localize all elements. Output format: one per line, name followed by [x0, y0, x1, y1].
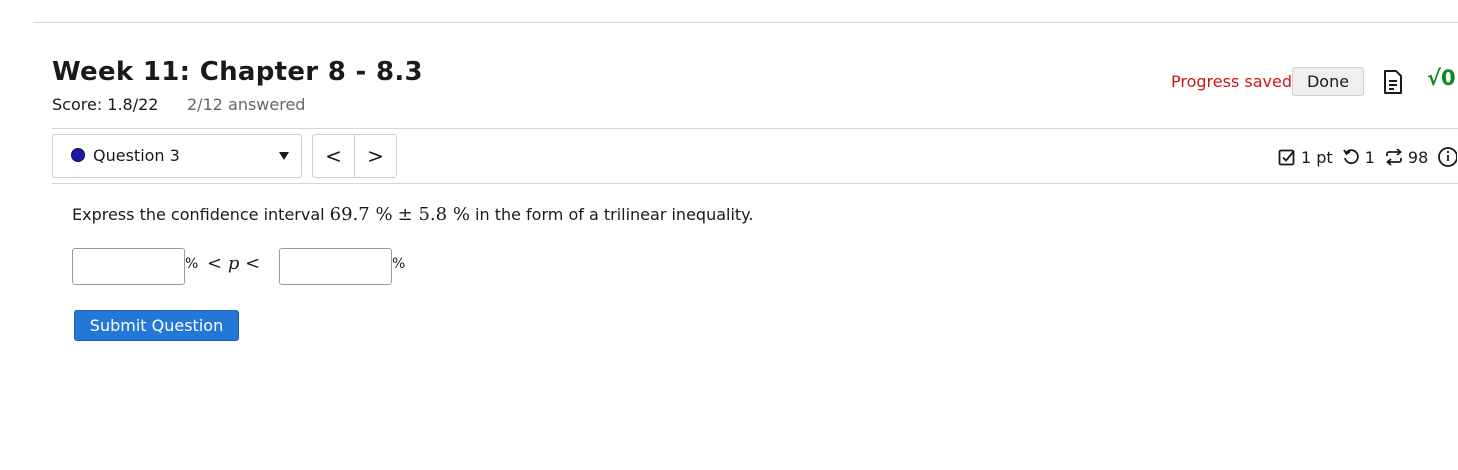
variable-p: p — [227, 253, 240, 274]
question-divider — [52, 183, 1458, 184]
lower-bound-input[interactable] — [72, 248, 185, 285]
less-than-left: < — [207, 253, 223, 274]
retry-icon — [1342, 149, 1359, 165]
points-value: 1 pt — [1301, 147, 1333, 167]
lower-percent-label: % — [185, 256, 199, 272]
answered-count: 2/12 answered — [187, 95, 306, 114]
score-text: Score: 1.8/22 — [52, 95, 159, 114]
header-divider — [52, 128, 1458, 129]
math-help-icon[interactable]: √0 — [1427, 66, 1456, 90]
info-icon[interactable] — [1437, 146, 1458, 168]
page-title: Week 11: Chapter 8 - 8.3 — [52, 57, 423, 87]
progress-status: Progress saved — [1171, 72, 1292, 91]
submit-question-button[interactable]: Submit Question — [74, 310, 239, 341]
checkbox-icon — [1278, 149, 1295, 166]
caret-down-icon — [279, 152, 289, 160]
less-than-right: < — [245, 253, 261, 274]
upper-bound-input[interactable] — [279, 248, 392, 285]
prompt-text-before: Express the confidence interval — [72, 205, 325, 224]
attempts-value: 98 — [1407, 147, 1429, 167]
question-meta: 1 pt 1 98 — [1278, 146, 1458, 168]
next-question-button[interactable]: > — [354, 135, 396, 177]
retries-value: 1 — [1364, 147, 1375, 167]
question-nav-group: < > — [312, 134, 397, 178]
previous-question-button[interactable]: < — [313, 135, 354, 177]
upper-percent-label: % — [392, 256, 406, 272]
question-select[interactable]: Question 3 — [52, 134, 302, 178]
interval-value: 69.7 % — [329, 204, 393, 225]
done-button[interactable]: Done — [1292, 67, 1364, 96]
prompt-text-after: in the form of a trilinear inequality. — [475, 205, 754, 224]
question-prompt: Express the confidence interval 69.7 % ±… — [72, 204, 753, 225]
document-icon[interactable] — [1383, 70, 1403, 94]
inequality-expression: < p < — [207, 253, 260, 274]
question-status-dot — [71, 148, 85, 162]
interval-margin: ± 5.8 % — [397, 204, 470, 225]
top-partial-nav — [33, 0, 1458, 4]
question-select-label: Question 3 — [93, 146, 180, 165]
top-divider — [33, 22, 1458, 23]
attempts-icon — [1385, 148, 1402, 166]
